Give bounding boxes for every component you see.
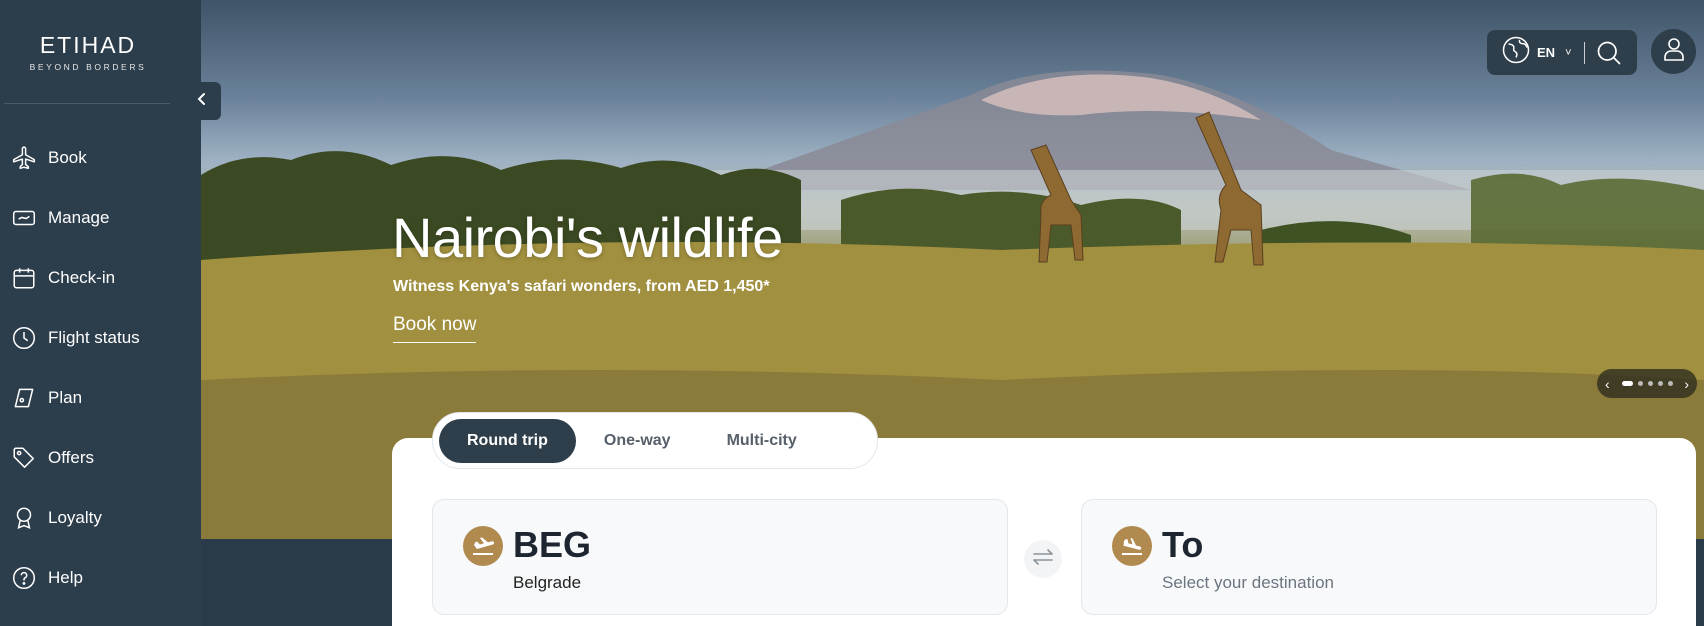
- tab-one-way[interactable]: One-way: [576, 419, 699, 463]
- search-icon[interactable]: [1595, 39, 1623, 67]
- origin-field[interactable]: BEG Belgrade: [432, 499, 1008, 615]
- tag-icon: [10, 384, 38, 412]
- clock-icon: [10, 324, 38, 352]
- sidebar-item-label: Help: [48, 568, 83, 587]
- sidebar: ETIHAD BEYOND BORDERS Book Manage Check-…: [0, 0, 201, 626]
- sidebar-item-check-in[interactable]: Check-in: [0, 248, 201, 308]
- sidebar-item-label: Loyalty: [48, 508, 102, 527]
- carousel-next-icon[interactable]: ›: [1684, 376, 1689, 392]
- carousel-dots: [1621, 381, 1673, 386]
- hero-title: Nairobi's wildlife: [392, 206, 783, 269]
- sidebar-item-book[interactable]: Book: [0, 128, 201, 188]
- sidebar-item-label: Plan: [48, 388, 83, 407]
- destination-hint: Select your destination: [1162, 573, 1334, 592]
- logo-wordmark: ETIHAD: [39, 32, 137, 58]
- sidebar-item-plan[interactable]: Plan: [0, 368, 201, 428]
- sidebar-item-manage[interactable]: Manage: [0, 188, 201, 248]
- sidebar-item-offers[interactable]: Offers: [0, 428, 201, 488]
- ticket-icon: [10, 204, 38, 232]
- trip-type-tabs: Round trip One-way Multi-city: [432, 412, 878, 469]
- sidebar-item-label: Offers: [48, 448, 94, 467]
- carousel-prev-icon[interactable]: ‹: [1605, 376, 1610, 392]
- tab-round-trip[interactable]: Round trip: [439, 418, 576, 463]
- departure-plane-icon: [463, 526, 503, 566]
- carousel-dot[interactable]: [1667, 381, 1673, 386]
- destination-placeholder: To: [1162, 524, 1204, 565]
- carousel-dot[interactable]: [1621, 381, 1633, 386]
- sidebar-item-loyalty[interactable]: Loyalty: [0, 488, 201, 548]
- sidebar-nav: Book Manage Check-in Flight status Plan: [0, 128, 201, 608]
- carousel-dot[interactable]: [1647, 381, 1653, 386]
- question-icon: [10, 564, 38, 592]
- book-now-link[interactable]: Book now: [393, 314, 477, 343]
- sidebar-item-flight-status[interactable]: Flight status: [0, 308, 201, 368]
- logo-tagline: BEYOND BORDERS: [29, 62, 147, 72]
- account-button[interactable]: [1651, 29, 1696, 74]
- header-tools: EN ˅: [1487, 30, 1637, 75]
- calendar-icon: [10, 264, 38, 292]
- price-tag-icon: [10, 444, 38, 472]
- etihad-logo[interactable]: ETIHAD BEYOND BORDERS: [0, 32, 176, 72]
- origin-city: Belgrade: [513, 573, 582, 592]
- chevron-down-icon[interactable]: ˅: [1565, 47, 1571, 59]
- sidebar-item-label: Manage: [48, 208, 110, 227]
- award-icon: [10, 504, 38, 532]
- carousel-dot[interactable]: [1637, 381, 1643, 386]
- plane-icon: [10, 144, 38, 172]
- hero-subtitle: Witness Kenya's safari wonders, from AED…: [393, 278, 770, 295]
- sidebar-divider: [4, 103, 170, 104]
- chevron-left-icon: [194, 91, 210, 112]
- sidebar-item-label: Flight status: [48, 328, 140, 347]
- arrival-plane-icon: [1112, 526, 1152, 566]
- sidebar-collapse-button[interactable]: [183, 82, 221, 120]
- tab-multi-city[interactable]: Multi-city: [699, 419, 825, 463]
- swap-icon: [1031, 547, 1055, 572]
- carousel-dot[interactable]: [1657, 381, 1663, 386]
- destination-field[interactable]: To Select your destination: [1081, 499, 1657, 615]
- origin-code: BEG: [513, 524, 592, 565]
- user-icon: [1662, 36, 1686, 67]
- carousel-controls: ‹ ›: [1597, 369, 1697, 398]
- swap-airports-button[interactable]: [1024, 540, 1062, 578]
- globe-icon[interactable]: [1501, 35, 1531, 70]
- sidebar-item-label: Check-in: [48, 268, 116, 287]
- sidebar-item-label: Book: [48, 148, 87, 167]
- sidebar-item-help[interactable]: Help: [0, 548, 201, 608]
- language-selector[interactable]: EN: [1537, 45, 1555, 60]
- header-separator: [1583, 41, 1585, 64]
